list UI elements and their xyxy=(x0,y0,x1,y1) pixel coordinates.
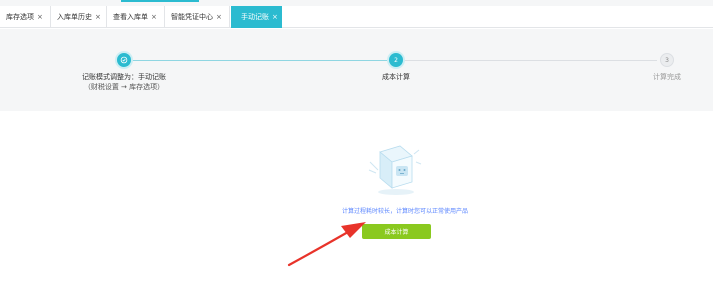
app-window: 库存选项 × 入库单历史 × 查看入库单 × 智能凭证中心 × 手动记账 × 记… xyxy=(0,0,713,293)
step-connector-pending xyxy=(403,60,657,61)
tab-inventory-options[interactable]: 库存选项 × xyxy=(0,6,51,28)
step-3-circle: 3 xyxy=(660,53,674,67)
top-accent-bar xyxy=(121,0,199,2)
close-icon[interactable]: × xyxy=(272,13,278,21)
tab-label: 库存选项 xyxy=(6,13,34,21)
tab-label: 手动记账 xyxy=(241,13,269,21)
step-2-circle: 2 xyxy=(389,53,403,67)
info-message: 计算过程耗时较长，计算时您可以正常使用产品 xyxy=(341,208,468,215)
close-icon[interactable]: × xyxy=(37,13,43,21)
tab-manual-bookkeeping[interactable]: 手动记账 × xyxy=(231,6,282,28)
cost-calculation-button[interactable]: 成本计算 xyxy=(362,224,431,239)
check-in-circle-icon xyxy=(120,56,128,64)
tab-label: 入库单历史 xyxy=(57,13,92,21)
step-1-title: 记账模式调整为：手动记账 xyxy=(82,73,166,81)
step-3-title: 计算完成 xyxy=(653,73,681,81)
step-number: 2 xyxy=(394,56,398,64)
step-connector-done xyxy=(131,60,389,61)
step-1-subtitle: （财税设置 → 库存选项） xyxy=(83,83,165,91)
step-number: 3 xyxy=(665,56,669,64)
step-1-circle xyxy=(117,53,131,67)
close-icon[interactable]: × xyxy=(95,13,101,21)
tab-view-stock-in[interactable]: 查看入库单 × xyxy=(107,6,165,28)
close-icon[interactable]: × xyxy=(216,13,222,21)
tab-label: 智能凭证中心 xyxy=(171,13,213,21)
steps-panel: 记账模式调整为：手动记账 （财税设置 → 库存选项） 2 成本计算 3 计算完成 xyxy=(0,29,713,111)
tab-label: 查看入库单 xyxy=(113,13,148,21)
tab-smart-voucher-center[interactable]: 智能凭证中心 × xyxy=(165,6,230,28)
close-icon[interactable]: × xyxy=(151,13,157,21)
tab-bar: 库存选项 × 入库单历史 × 查看入库单 × 智能凭证中心 × 手动记账 × xyxy=(0,6,713,28)
robot-computer-illustration xyxy=(368,145,422,195)
tab-stock-in-history[interactable]: 入库单历史 × xyxy=(51,6,107,28)
step-2-title: 成本计算 xyxy=(382,73,410,81)
